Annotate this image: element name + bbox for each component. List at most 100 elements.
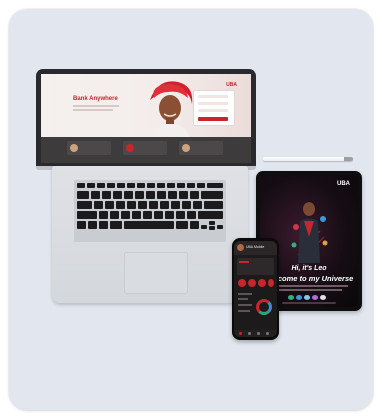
phone-screen: UBA Mobile bbox=[234, 241, 277, 337]
menu-line bbox=[238, 310, 250, 312]
facebook-icon bbox=[296, 295, 302, 300]
airtime-icon bbox=[248, 279, 256, 287]
key bbox=[190, 221, 199, 229]
hero-title: Bank Anywhere bbox=[73, 96, 118, 102]
key bbox=[171, 201, 180, 209]
twitter-icon bbox=[304, 295, 310, 300]
key bbox=[116, 201, 125, 209]
key bbox=[146, 191, 155, 199]
key bbox=[110, 221, 122, 229]
hero-subtext-line bbox=[73, 109, 113, 111]
key bbox=[176, 211, 185, 219]
key bbox=[77, 183, 85, 188]
uba-logo: UBA bbox=[337, 181, 350, 187]
phone-bottom-nav bbox=[234, 330, 277, 337]
trackpad bbox=[124, 252, 188, 294]
key bbox=[137, 183, 145, 188]
key bbox=[105, 201, 114, 209]
balance-tag bbox=[239, 261, 249, 263]
spending-ring-chart bbox=[256, 299, 272, 315]
key bbox=[143, 211, 152, 219]
key bbox=[107, 183, 115, 188]
key bbox=[97, 183, 105, 188]
menu-line bbox=[238, 293, 252, 295]
login-field bbox=[198, 102, 228, 105]
social-icons-row bbox=[288, 295, 330, 300]
login-button bbox=[198, 117, 228, 121]
laptop-screen: Bank Anywhere UBA bbox=[41, 74, 251, 163]
key bbox=[168, 191, 177, 199]
key bbox=[77, 201, 92, 209]
key bbox=[154, 211, 163, 219]
key bbox=[193, 201, 202, 209]
key bbox=[187, 183, 195, 188]
key bbox=[217, 225, 223, 229]
leo-avatar-image bbox=[291, 201, 328, 263]
key bbox=[77, 221, 86, 229]
key bbox=[201, 225, 207, 229]
profile-icon bbox=[266, 332, 269, 335]
whatsapp-icon bbox=[288, 295, 294, 300]
promo-tile bbox=[179, 141, 223, 155]
promo-thumbnail bbox=[70, 144, 78, 152]
login-field bbox=[198, 109, 228, 112]
key bbox=[187, 211, 196, 219]
stylus-pencil bbox=[263, 157, 353, 161]
key bbox=[88, 221, 97, 229]
key bbox=[179, 191, 188, 199]
promo-strip bbox=[41, 137, 251, 163]
key bbox=[110, 211, 119, 219]
instagram-icon bbox=[312, 295, 318, 300]
hero-subtext-line bbox=[73, 105, 119, 107]
key bbox=[77, 211, 97, 219]
key bbox=[91, 191, 100, 199]
key bbox=[182, 201, 191, 209]
key bbox=[99, 211, 108, 219]
key bbox=[201, 191, 223, 199]
key bbox=[207, 183, 223, 188]
phone-app-title: UBA Mobile bbox=[246, 245, 265, 249]
key bbox=[117, 183, 125, 188]
uba-logo: UBA bbox=[226, 82, 237, 88]
login-field bbox=[198, 95, 228, 98]
payments-icon bbox=[257, 332, 260, 335]
key bbox=[209, 226, 215, 230]
key bbox=[198, 211, 223, 219]
key bbox=[127, 201, 136, 209]
key bbox=[102, 191, 111, 199]
tablet-footer-bar bbox=[282, 302, 336, 304]
key bbox=[121, 211, 130, 219]
key bbox=[209, 221, 215, 225]
transfer-icon bbox=[238, 279, 246, 287]
phone-header: UBA Mobile bbox=[234, 241, 277, 255]
promo-tile bbox=[123, 141, 167, 155]
menu-line bbox=[238, 304, 252, 306]
hero-person-image bbox=[150, 81, 193, 140]
key bbox=[135, 191, 144, 199]
laptop-keyboard bbox=[74, 180, 226, 242]
key bbox=[165, 211, 174, 219]
key bbox=[132, 211, 141, 219]
more-icon bbox=[268, 279, 274, 287]
key bbox=[124, 191, 133, 199]
key bbox=[87, 183, 95, 188]
cards-icon bbox=[248, 332, 251, 335]
key bbox=[127, 183, 135, 188]
promo-thumbnail bbox=[126, 144, 134, 152]
key bbox=[147, 183, 155, 188]
key bbox=[167, 183, 175, 188]
avatar bbox=[237, 244, 244, 251]
key bbox=[204, 201, 223, 209]
key bbox=[113, 191, 122, 199]
key bbox=[190, 191, 199, 199]
login-panel bbox=[193, 90, 235, 126]
key bbox=[157, 191, 166, 199]
bills-icon bbox=[258, 279, 266, 287]
promo-thumbnail bbox=[182, 144, 190, 152]
key bbox=[77, 191, 89, 199]
key bbox=[94, 201, 103, 209]
spacebar bbox=[124, 221, 174, 229]
key bbox=[197, 183, 205, 188]
chat-icon bbox=[320, 295, 326, 300]
key bbox=[149, 201, 158, 209]
